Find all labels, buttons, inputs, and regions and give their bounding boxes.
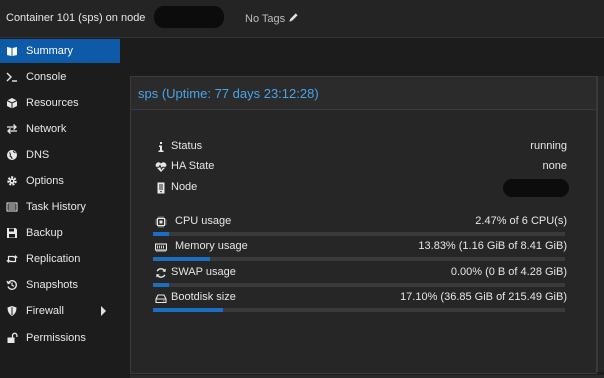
swap-progress-bar <box>153 283 565 287</box>
bootdisk-label: Bootdisk size <box>171 291 236 303</box>
terminal-icon <box>6 72 17 82</box>
exchange-icon <box>7 124 17 134</box>
status-label: Status <box>171 140 203 152</box>
status-panel: sps (Uptime: 77 days 23:12:28) Status ru… <box>130 76 597 374</box>
sidebar-item-label: Firewall <box>26 305 64 317</box>
cpu-progress-bar <box>153 232 565 236</box>
sidebar-item-firewall[interactable]: Firewall <box>0 299 120 323</box>
sidebar-item-dns[interactable]: DNS <box>0 143 120 167</box>
pencil-icon[interactable] <box>288 12 299 23</box>
book-icon <box>7 47 17 56</box>
sidebar-item-network[interactable]: Network <box>0 117 120 141</box>
floppy-icon <box>7 228 17 238</box>
status-row: Status running <box>155 138 567 156</box>
page-title: Container 101 (sps) on node <box>6 12 146 24</box>
memory-label: Memory usage <box>175 240 248 252</box>
ha-state-value: none <box>542 160 567 172</box>
sidebar-item-label: Permissions <box>26 332 86 344</box>
redacted-node-name <box>154 6 224 28</box>
sidebar-item-console[interactable]: Console <box>0 65 120 89</box>
bootdisk-value: 17.10% (36.85 GiB of 215.49 GiB) <box>400 291 567 303</box>
cpu-icon <box>155 216 167 228</box>
status-value: running <box>530 140 567 152</box>
main-content: sps (Uptime: 77 days 23:12:28) Status ru… <box>121 38 604 378</box>
refresh-icon <box>156 268 166 278</box>
sidebar-item-label: Options <box>26 175 64 187</box>
bootdisk-progress-fill <box>153 308 223 312</box>
node-row: Node <box>155 179 569 197</box>
swap-row: SWAP usage 0.00% (0 B of 4.28 GiB) <box>155 264 567 282</box>
ha-state-label: HA State <box>171 160 215 172</box>
retweet-icon <box>6 255 18 263</box>
cpu-label: CPU usage <box>175 215 232 227</box>
sidebar-item-task-history[interactable]: Task History <box>0 195 120 219</box>
sidebar-item-label: Console <box>26 71 67 83</box>
bootdisk-row: Bootdisk size 17.10% (36.85 GiB of 215.4… <box>155 289 567 307</box>
list-icon <box>6 202 18 212</box>
panel-header: sps (Uptime: 77 days 23:12:28) <box>131 77 596 110</box>
sidebar-item-label: Snapshots <box>26 279 78 291</box>
sidebar-item-backup[interactable]: Backup <box>0 221 120 245</box>
sidebar-item-options[interactable]: Options <box>0 169 120 193</box>
memory-value: 13.83% (1.16 GiB of 8.41 GiB) <box>418 240 567 252</box>
submenu-arrow-icon[interactable] <box>101 306 106 316</box>
redacted-node-value <box>503 179 569 197</box>
sidebar-item-snapshots[interactable]: Snapshots <box>0 273 120 297</box>
info-icon <box>158 142 164 152</box>
hdd-icon <box>155 294 167 304</box>
sidebar-item-label: Resources <box>26 97 79 109</box>
sidebar-item-label: DNS <box>26 149 50 161</box>
sidebar: Summary Console Resources Network DNS Op… <box>0 38 120 378</box>
swap-value: 0.00% (0 B of 4.28 GiB) <box>450 266 567 278</box>
tags-label: No Tags <box>245 13 286 25</box>
cpu-value: 2.47% of 6 CPU(s) <box>475 215 567 227</box>
node-label: Node <box>171 181 198 193</box>
cpu-progress-fill <box>153 232 169 236</box>
unlock-icon <box>7 332 18 343</box>
memory-row: Memory usage 13.83% (1.16 GiB of 8.41 Gi… <box>155 238 567 256</box>
sidebar-item-label: Summary <box>26 45 74 57</box>
swap-progress-fill <box>153 283 169 287</box>
tags-editor[interactable]: No Tags <box>245 12 299 25</box>
memory-progress-bar <box>153 257 565 261</box>
sidebar-item-label: Backup <box>26 227 63 239</box>
memory-progress-fill <box>153 257 210 261</box>
bootdisk-progress-bar <box>153 308 565 312</box>
globe-icon <box>7 150 17 160</box>
sidebar-item-replication[interactable]: Replication <box>0 247 120 271</box>
top-bar: Container 101 (sps) on node No Tags <box>0 0 604 38</box>
memory-icon <box>155 243 167 252</box>
heartbeat-icon <box>155 162 167 172</box>
sidebar-item-label: Task History <box>26 201 86 213</box>
sidebar-item-label: Replication <box>26 253 81 265</box>
panel-title: sps (Uptime: 77 days 23:12:28) <box>138 86 319 101</box>
cube-icon <box>6 98 18 109</box>
gear-icon <box>7 176 17 186</box>
cpu-row: CPU usage 2.47% of 6 CPU(s) <box>155 213 567 231</box>
server-icon <box>157 182 165 194</box>
ha-state-row: HA State none <box>155 158 567 176</box>
sidebar-item-permissions[interactable]: Permissions <box>0 326 120 350</box>
history-icon <box>6 280 17 290</box>
sidebar-item-summary[interactable]: Summary <box>0 39 120 63</box>
swap-label: SWAP usage <box>171 266 236 278</box>
adjacent-panel-edge <box>597 76 604 372</box>
shield-icon <box>7 306 17 316</box>
sidebar-item-resources[interactable]: Resources <box>0 91 120 115</box>
sidebar-item-label: Network <box>26 123 67 135</box>
